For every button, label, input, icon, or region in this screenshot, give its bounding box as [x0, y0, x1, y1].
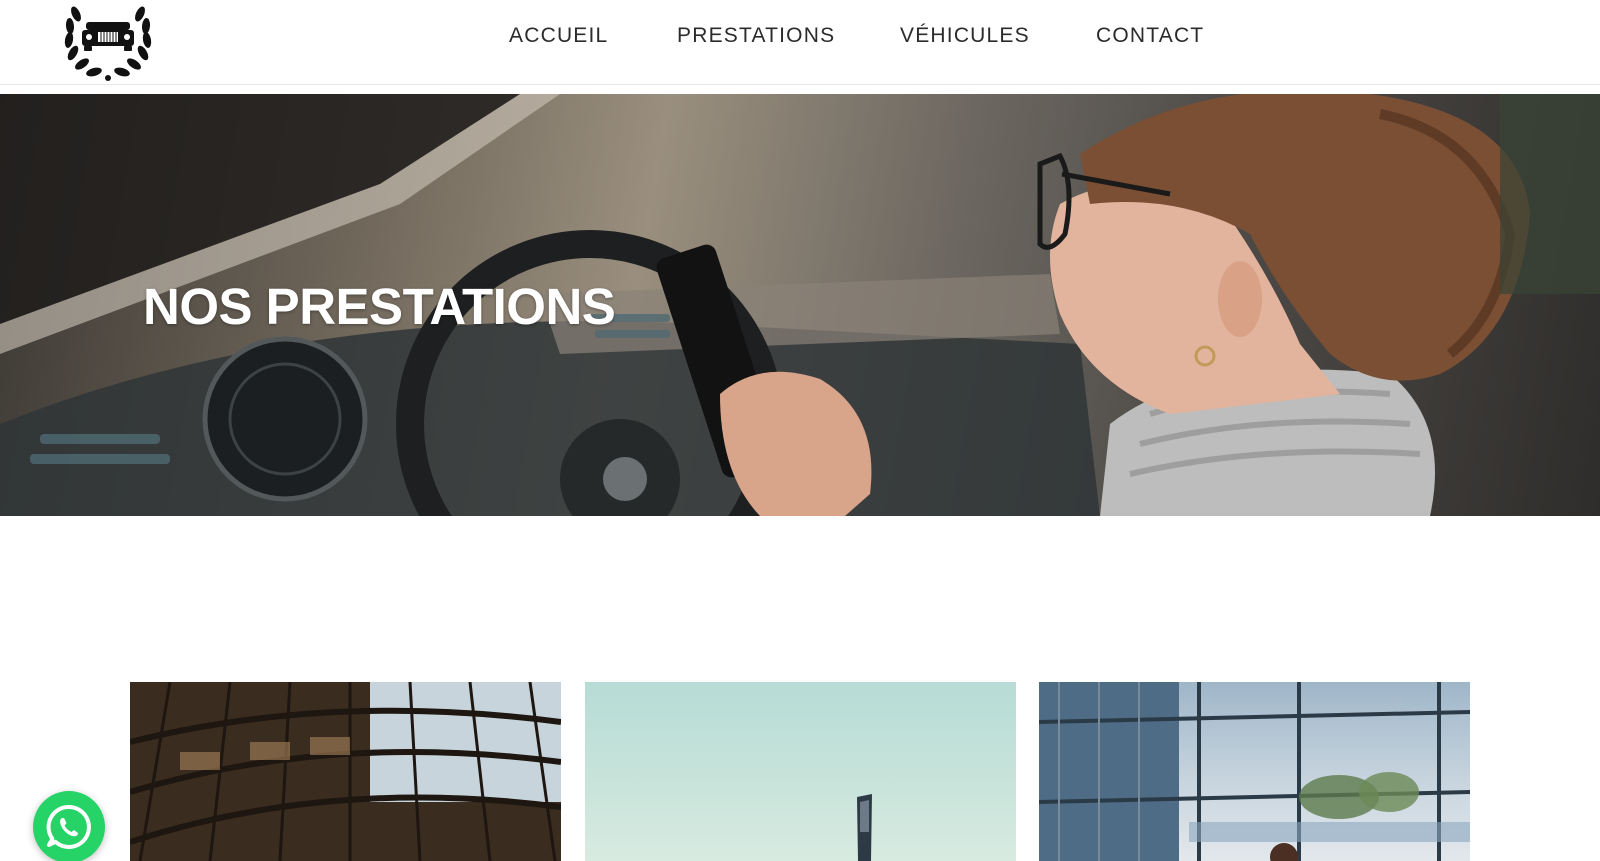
whatsapp-icon	[46, 804, 91, 849]
main-nav: ACCUEIL PRESTATIONS VÉHICULES CONTACT	[0, 24, 1600, 50]
service-card-business[interactable]	[1039, 682, 1470, 861]
service-card-train-station[interactable]	[130, 682, 561, 861]
nav-accueil[interactable]: ACCUEIL	[509, 24, 608, 48]
business-image	[1039, 682, 1470, 861]
service-card-airport[interactable]	[585, 682, 1016, 861]
page-title: NOS PRESTATIONS	[143, 278, 616, 335]
nav-vehicules[interactable]: VÉHICULES	[900, 24, 1030, 48]
whatsapp-button[interactable]	[33, 791, 105, 861]
airport-image	[857, 794, 872, 861]
site-header: ACCUEIL PRESTATIONS VÉHICULES CONTACT	[0, 0, 1600, 85]
nav-contact[interactable]: CONTACT	[1096, 24, 1204, 48]
services-grid	[0, 682, 1600, 861]
hero-banner: NOS PRESTATIONS	[0, 94, 1600, 516]
nav-prestations[interactable]: PRESTATIONS	[677, 24, 835, 48]
train-station-image	[130, 682, 561, 861]
